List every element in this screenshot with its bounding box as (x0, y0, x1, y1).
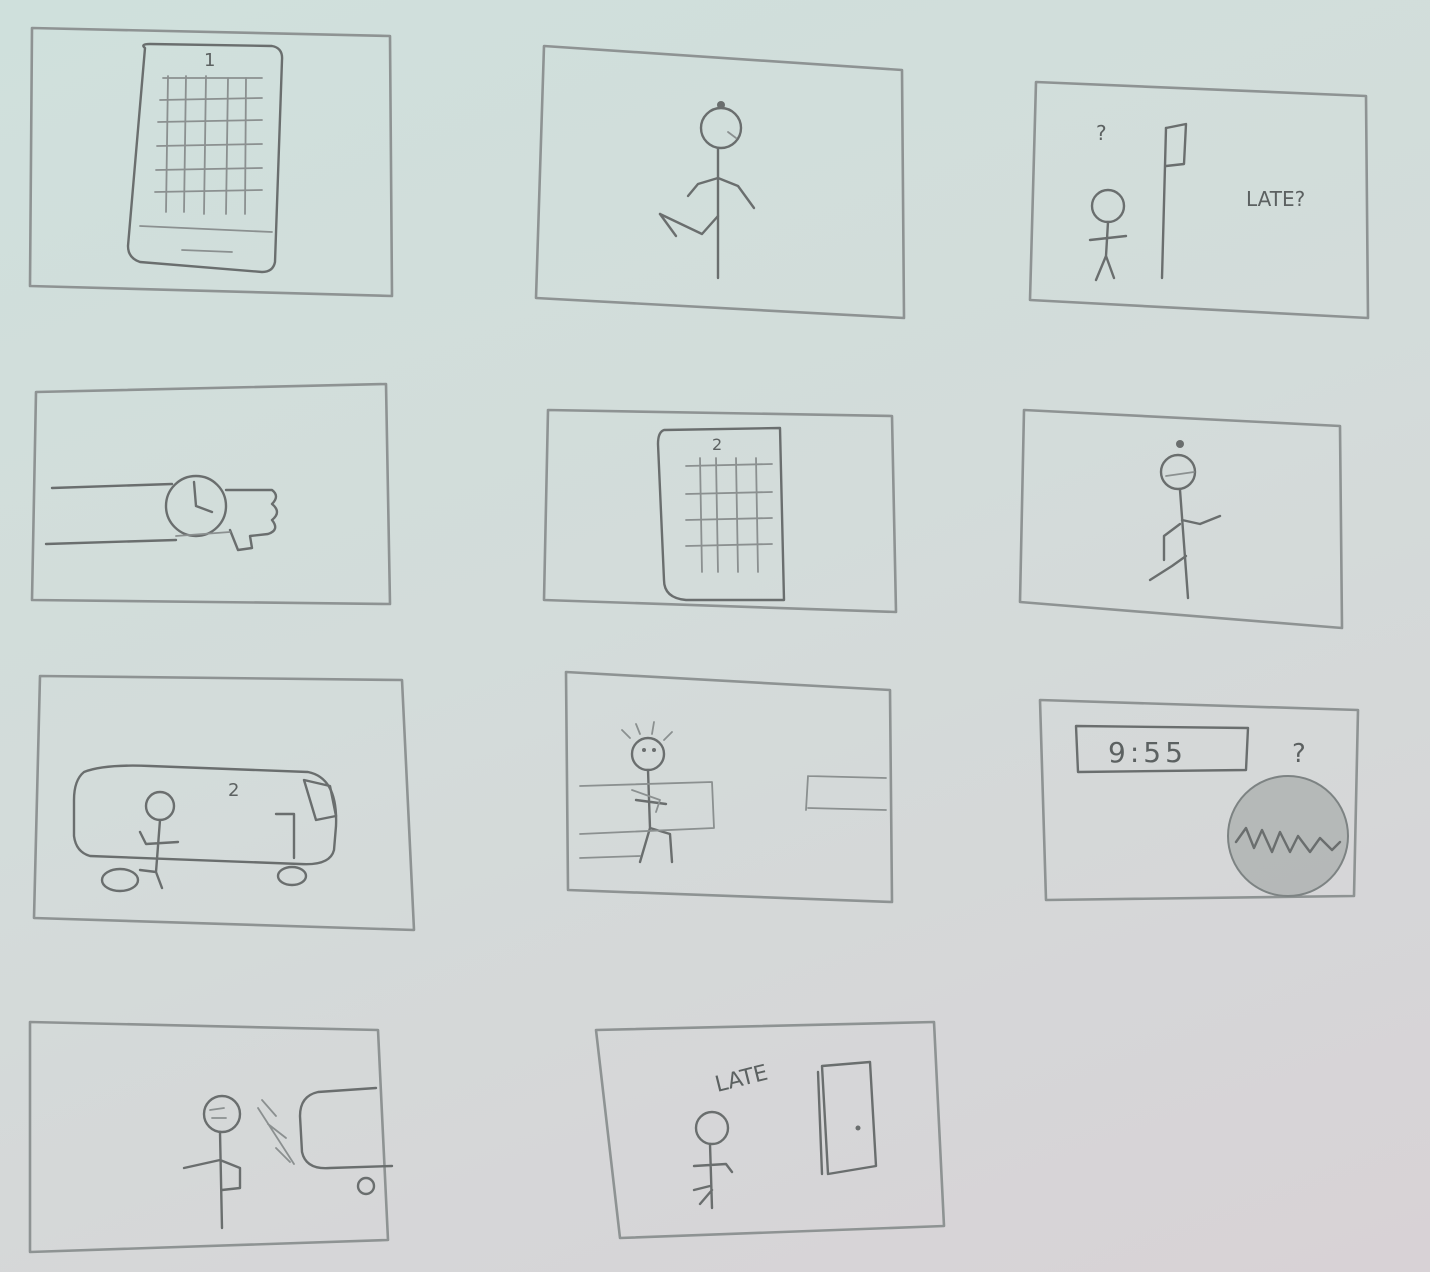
door-drawing (816, 1060, 878, 1176)
panel-9-clock-time: 9:55 (1108, 736, 1187, 769)
scribbled-circle (1227, 775, 1349, 897)
digital-clock: 9:55 (1074, 724, 1250, 774)
phone-drawing (126, 42, 284, 274)
panel-8-frame (564, 670, 894, 904)
panel-3-frame (1028, 80, 1370, 320)
panel-2-frame (534, 44, 906, 320)
walking-figure (692, 1110, 734, 1210)
sitting-figure (621, 721, 674, 864)
panel-3: ? LATE? (1028, 80, 1370, 320)
panel-3-caption: LATE? (1246, 187, 1305, 211)
bus-stop-sign (1160, 122, 1188, 280)
panel-4 (30, 382, 392, 606)
panel-5-page-number: 2 (712, 435, 722, 454)
standing-figure-2 (182, 1094, 242, 1230)
running-figure-2 (1148, 440, 1222, 600)
bus-drawing (72, 764, 338, 893)
panel-9: 9:55 ? (1038, 698, 1360, 902)
panel-3-question-mark: ? (1096, 121, 1107, 145)
panel-8 (564, 670, 894, 904)
panel-9-question-mark: ? (1292, 739, 1306, 769)
bus-back-drawing (257, 1086, 394, 1196)
panel-11-frame (594, 1020, 946, 1240)
running-figure (658, 101, 756, 280)
bench-drawing (579, 775, 887, 859)
panel-7-bus-number: 2 (228, 780, 239, 801)
panel-5: 2 (542, 408, 898, 614)
panel-2 (534, 44, 906, 320)
panel-1-page-number: 1 (204, 50, 215, 71)
panel-6 (1018, 408, 1344, 630)
panel-10 (28, 1020, 394, 1254)
panel-4-frame (30, 382, 392, 606)
arm-with-watch-drawing (44, 474, 279, 552)
panel-10-frame (28, 1020, 390, 1254)
panel-11: LATE (594, 1020, 946, 1240)
panel-11-caption: LATE (713, 1061, 771, 1098)
chasing-figure (138, 790, 180, 890)
panel-7: 2 (32, 674, 416, 932)
panel-7-frame (32, 674, 416, 932)
storyboard-sheet: 1 ? LATE? 2 2 9:55 ? LATE (28, 26, 1370, 1254)
standing-figure (1088, 188, 1128, 282)
panel-1: 1 (28, 26, 394, 298)
